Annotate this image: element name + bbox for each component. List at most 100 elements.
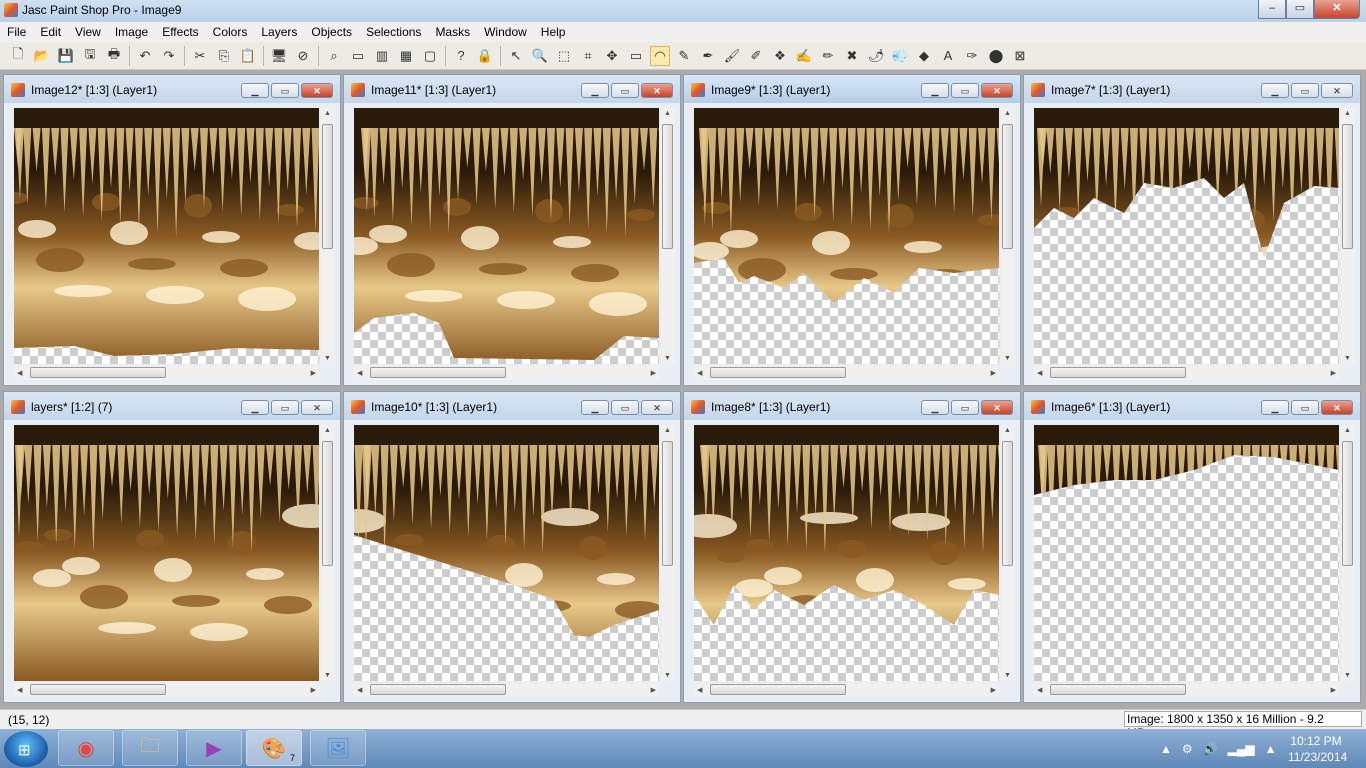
rect-select-icon[interactable]: ▭ xyxy=(626,46,646,66)
horizontal-scroll-thumb[interactable] xyxy=(1050,684,1186,695)
eyedropper-icon[interactable]: ✎ xyxy=(674,46,694,66)
document-title-bar[interactable]: Image7* [1:3] (Layer1) ▁ ▭ ✕ xyxy=(1024,75,1360,103)
scroll-up-icon[interactable]: ▲ xyxy=(1344,427,1351,434)
menu-objects[interactable]: Objects xyxy=(304,25,359,39)
scroll-up-icon[interactable]: ▲ xyxy=(1004,427,1011,434)
scroll-right-icon[interactable]: ▶ xyxy=(651,686,656,694)
vertical-scrollbar[interactable]: ▲ ▼ xyxy=(661,108,675,364)
document-title-bar[interactable]: Image11* [1:3] (Layer1) ▁ ▭ ✕ xyxy=(344,75,680,103)
document-icon[interactable] xyxy=(691,83,705,97)
taskbar-premiere[interactable]: ▶ xyxy=(186,730,242,766)
draw-icon[interactable]: ✑ xyxy=(962,46,982,66)
maximize-button[interactable]: ▭ xyxy=(1286,0,1314,19)
arrow-icon[interactable]: ↖ xyxy=(506,46,526,66)
document-close-button[interactable]: ✕ xyxy=(301,83,333,98)
scroll-left-icon[interactable]: ◀ xyxy=(357,369,362,377)
document-title-bar[interactable]: Image12* [1:3] (Layer1) ▁ ▭ ✕ xyxy=(4,75,340,103)
document-maximize-button[interactable]: ▭ xyxy=(1291,83,1319,98)
vertical-scrollbar[interactable]: ▲ ▼ xyxy=(321,108,335,364)
color-replace-icon[interactable]: ❖ xyxy=(770,46,790,66)
document-minimize-button[interactable]: ▁ xyxy=(581,400,609,415)
fill-icon[interactable]: ◆ xyxy=(914,46,934,66)
document-maximize-button[interactable]: ▭ xyxy=(951,83,979,98)
vertical-scroll-thumb[interactable] xyxy=(662,441,673,566)
network-device-icon[interactable]: ⚙ xyxy=(1182,742,1193,756)
scroll-right-icon[interactable]: ▶ xyxy=(991,686,996,694)
close-button[interactable]: ✕ xyxy=(1314,0,1360,19)
document-window[interactable]: Image10* [1:3] (Layer1) ▁ ▭ ✕ ▲ ▼ ◀ ▶ xyxy=(343,391,681,703)
palette-icon[interactable]: ▦ xyxy=(396,46,416,66)
cut-icon[interactable]: ✂ xyxy=(190,46,210,66)
vertical-scrollbar[interactable]: ▲ ▼ xyxy=(321,425,335,681)
taskbar-chrome[interactable]: ◉ xyxy=(58,730,114,766)
document-maximize-button[interactable]: ▭ xyxy=(271,400,299,415)
vertical-scroll-thumb[interactable] xyxy=(1342,124,1353,249)
menu-effects[interactable]: Effects xyxy=(155,25,205,39)
scroll-right-icon[interactable]: ▶ xyxy=(1331,686,1336,694)
drive-icon[interactable]: ▲ xyxy=(1265,742,1277,756)
document-window[interactable]: layers* [1:2] (7) ▁ ▭ ✕ ▲ ▼ ◀ ▶ xyxy=(3,391,341,703)
vertical-scroll-thumb[interactable] xyxy=(662,124,673,249)
document-close-button[interactable]: ✕ xyxy=(641,400,673,415)
image-canvas[interactable] xyxy=(694,108,999,364)
volume-icon[interactable]: 🔊 xyxy=(1203,742,1218,756)
paste-icon[interactable]: 📋 xyxy=(238,46,258,66)
selection-icon[interactable]: ⬚ xyxy=(554,46,574,66)
image-canvas[interactable] xyxy=(1034,425,1339,681)
document-icon[interactable] xyxy=(691,400,705,414)
clone-icon[interactable]: ✐ xyxy=(746,46,766,66)
document-window[interactable]: Image11* [1:3] (Layer1) ▁ ▭ ✕ ▲ ▼ ◀ ▶ xyxy=(343,74,681,386)
open-folder-icon[interactable]: 📂 xyxy=(32,46,52,66)
vertical-scroll-thumb[interactable] xyxy=(1342,441,1353,566)
scroll-down-icon[interactable]: ▼ xyxy=(664,355,671,362)
document-minimize-button[interactable]: ▁ xyxy=(241,400,269,415)
horizontal-scroll-thumb[interactable] xyxy=(370,684,506,695)
document-minimize-button[interactable]: ▁ xyxy=(921,83,949,98)
menu-image[interactable]: Image xyxy=(108,25,155,39)
screen-icon[interactable]: 🖥 xyxy=(269,46,289,66)
no-icon[interactable]: ⊘ xyxy=(293,46,313,66)
text-icon[interactable]: A xyxy=(938,46,958,66)
document-window[interactable]: Image8* [1:3] (Layer1) ▁ ▭ ✕ ▲ ▼ ◀ ▶ xyxy=(683,391,1021,703)
document-icon[interactable] xyxy=(351,400,365,414)
horizontal-scroll-thumb[interactable] xyxy=(30,684,166,695)
scroll-down-icon[interactable]: ▼ xyxy=(664,672,671,679)
deform-icon[interactable]: ⊠ xyxy=(1010,46,1030,66)
menu-masks[interactable]: Masks xyxy=(428,25,477,39)
magnifier-icon[interactable]: 🔍 xyxy=(530,46,550,66)
document-icon[interactable] xyxy=(11,400,25,414)
vertical-scroll-thumb[interactable] xyxy=(322,441,333,566)
zoom-icon[interactable]: ⌕ xyxy=(324,46,344,66)
image-canvas[interactable] xyxy=(694,425,999,681)
document-minimize-button[interactable]: ▁ xyxy=(581,83,609,98)
image-canvas[interactable] xyxy=(14,425,319,681)
document-window[interactable]: Image7* [1:3] (Layer1) ▁ ▭ ✕ ▲ ▼ ◀ ▶ xyxy=(1023,74,1361,386)
pen-icon[interactable]: ✒ xyxy=(698,46,718,66)
scroll-right-icon[interactable]: ▶ xyxy=(1331,369,1336,377)
scroll-right-icon[interactable]: ▶ xyxy=(651,369,656,377)
vertical-scroll-thumb[interactable] xyxy=(1002,441,1013,566)
save-icon[interactable]: 💾 xyxy=(56,46,76,66)
horizontal-scrollbar[interactable]: ◀ ▶ xyxy=(14,683,319,697)
document-maximize-button[interactable]: ▭ xyxy=(951,400,979,415)
horizontal-scrollbar[interactable]: ◀ ▶ xyxy=(1034,683,1339,697)
taskbar-photo-viewer[interactable]: 🖼 xyxy=(310,730,366,766)
print-icon[interactable]: 🖶 xyxy=(104,46,124,66)
brush-icon[interactable]: 🖌 xyxy=(722,46,742,66)
scratch-icon[interactable]: ✏ xyxy=(818,46,838,66)
document-window[interactable]: Image6* [1:3] (Layer1) ▁ ▭ ✕ ▲ ▼ ◀ ▶ xyxy=(1023,391,1361,703)
start-button[interactable]: ⊞ xyxy=(4,731,48,767)
horizontal-scrollbar[interactable]: ◀ ▶ xyxy=(354,683,659,697)
vertical-scrollbar[interactable]: ▲ ▼ xyxy=(1341,425,1355,681)
image-canvas[interactable] xyxy=(14,108,319,364)
document-close-button[interactable]: ✕ xyxy=(981,400,1013,415)
document-minimize-button[interactable]: ▁ xyxy=(241,83,269,98)
film-icon[interactable]: ▭ xyxy=(348,46,368,66)
document-icon[interactable] xyxy=(1031,400,1045,414)
image-canvas[interactable] xyxy=(354,108,659,364)
document-icon[interactable] xyxy=(351,83,365,97)
horizontal-scroll-thumb[interactable] xyxy=(30,367,166,378)
document-close-button[interactable]: ✕ xyxy=(1321,83,1353,98)
window-icon[interactable]: ▢ xyxy=(420,46,440,66)
document-maximize-button[interactable]: ▭ xyxy=(611,400,639,415)
